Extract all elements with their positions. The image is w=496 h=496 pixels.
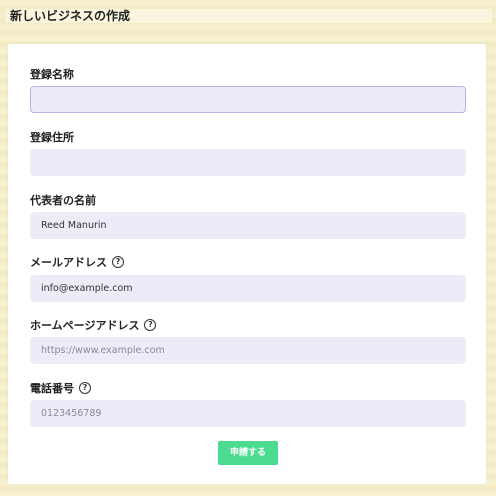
page-title: 新しいビジネスの作成 (6, 9, 492, 23)
reg-address-label-text: 登録住所 (30, 131, 74, 144)
reg-name-input[interactable] (30, 86, 466, 113)
submit-button[interactable]: 申請する (218, 441, 278, 465)
business-form-card: 登録名称 登録住所 代表者の名前 Reed Manurin メールアドレス ? … (8, 44, 486, 484)
reg-address-input[interactable] (30, 149, 466, 176)
reg-name-label-text: 登録名称 (30, 68, 74, 81)
homepage-input[interactable]: https://www.example.com (30, 337, 466, 364)
email-label-text: メールアドレス (30, 256, 107, 269)
rep-name-label-text: 代表者の名前 (30, 194, 96, 207)
question-circle-icon[interactable]: ? (112, 256, 124, 268)
email-input[interactable]: info@example.com (30, 275, 466, 302)
phone-input[interactable]: 0123456789 (30, 400, 466, 427)
email-label: メールアドレス ? (30, 254, 124, 270)
homepage-label: ホームページアドレス ? (30, 317, 157, 333)
homepage-label-text: ホームページアドレス (30, 319, 140, 332)
question-circle-icon[interactable]: ? (79, 382, 91, 394)
phone-label: 電話番号 ? (30, 380, 91, 396)
question-circle-icon[interactable]: ? (144, 319, 157, 331)
phone-placeholder: 0123456789 (41, 408, 102, 419)
rep-name-label: 代表者の名前 (30, 192, 96, 208)
reg-name-label: 登録名称 (30, 66, 74, 82)
phone-label-text: 電話番号 (30, 382, 74, 395)
rep-name-input[interactable]: Reed Manurin (30, 212, 466, 239)
homepage-placeholder: https://www.example.com (41, 345, 165, 356)
reg-address-label: 登録住所 (30, 129, 74, 145)
